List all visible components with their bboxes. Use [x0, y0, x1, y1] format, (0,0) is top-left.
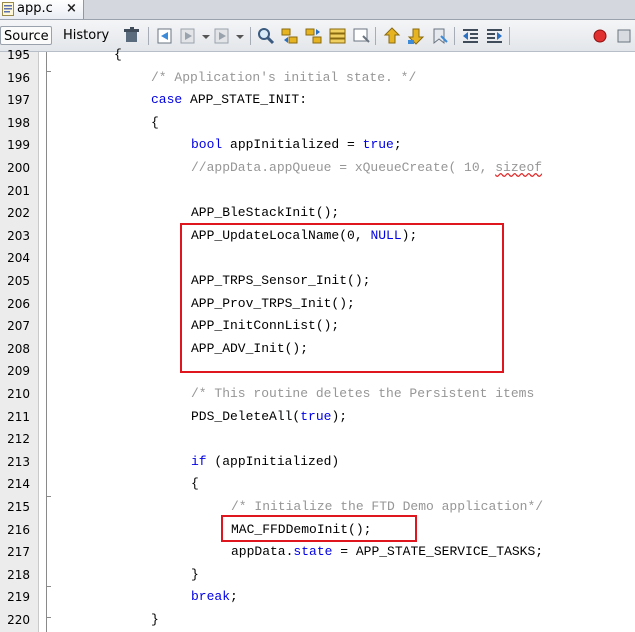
code-line[interactable]: {: [114, 44, 122, 66]
next-bookmark-icon[interactable]: [406, 26, 426, 46]
fold-marker[interactable]: [46, 71, 51, 72]
line-number: 218: [7, 567, 30, 582]
line-number: 216: [7, 522, 30, 537]
line-number: 208: [7, 341, 30, 356]
previous-bookmark-icon[interactable]: [382, 26, 402, 46]
editor-toolbar: Source History: [0, 20, 635, 52]
highlight-box-init-calls: [180, 223, 504, 373]
find-selection-icon[interactable]: [352, 26, 372, 46]
line-number: 213: [7, 454, 30, 469]
code-line[interactable]: if (appInitialized): [191, 451, 339, 473]
code-line[interactable]: PDS_DeleteAll(true);: [191, 406, 347, 428]
find-next-icon[interactable]: [304, 26, 324, 46]
source-view-button[interactable]: Source: [0, 26, 52, 45]
code-line[interactable]: /* Application's initial state. */: [151, 67, 416, 89]
line-number-gutter: 195 196 197 198 199 200 201 202 203 204 205 206 207 2…: [0, 48, 39, 632]
tab-close-button[interactable]: ×: [66, 1, 77, 17]
last-edit-icon[interactable]: [122, 26, 142, 46]
history-view-button[interactable]: History: [60, 26, 112, 45]
toolbar-separator: [250, 27, 251, 45]
line-number: 196: [7, 70, 30, 85]
back-icon[interactable]: [155, 26, 175, 46]
line-number: 205: [7, 274, 30, 288]
line-number: 203: [7, 228, 30, 243]
line-number: 197: [7, 93, 30, 108]
shift-right-icon[interactable]: [485, 26, 505, 46]
line-number: 201: [7, 183, 30, 198]
code-line[interactable]: case APP_STATE_INIT:: [151, 89, 307, 111]
tab-title: app.c: [17, 1, 53, 16]
c-file-icon: [2, 2, 14, 16]
line-number: 200: [7, 161, 30, 175]
shift-left-icon[interactable]: [461, 26, 481, 46]
line-number: 204: [7, 251, 30, 266]
tab-app-c[interactable]: app.c ×: [0, 0, 84, 19]
code-line[interactable]: appData.state = APP_STATE_SERVICE_TASKS;: [231, 541, 543, 563]
line-number: 210: [7, 387, 30, 401]
toolbar-separator: [454, 27, 455, 45]
fold-guide: [46, 52, 47, 632]
line-number: 202: [7, 206, 30, 221]
line-number: 206: [7, 296, 30, 311]
find-icon[interactable]: [256, 26, 276, 46]
line-number: 220: [7, 613, 30, 627]
toolbar-separator: [509, 27, 510, 45]
fold-marker[interactable]: [46, 617, 51, 618]
code-line[interactable]: {: [191, 473, 199, 495]
toggle-highlight-icon[interactable]: [328, 26, 348, 46]
line-number: 215: [7, 500, 30, 514]
code-line[interactable]: {: [151, 112, 159, 134]
forward-dropdown-icon[interactable]: [178, 26, 198, 46]
code-line[interactable]: }: [151, 609, 159, 631]
chevron-down-icon[interactable]: [230, 26, 250, 46]
fold-marker[interactable]: [46, 586, 51, 587]
code-line[interactable]: break;: [191, 586, 238, 608]
fold-marker[interactable]: [46, 496, 51, 497]
toolbar-separator: [375, 27, 376, 45]
toolbar-separator: [148, 27, 149, 45]
line-number: 199: [7, 138, 30, 153]
code-line[interactable]: bool appInitialized = true;: [191, 134, 402, 156]
start-macro-icon[interactable]: [590, 26, 610, 46]
highlight-box-demo-init: [221, 515, 417, 542]
editor-tab-strip: app.c ×: [0, 0, 635, 20]
code-line[interactable]: APP_BleStackInit();: [191, 202, 339, 224]
toggle-bookmark-icon[interactable]: [430, 26, 450, 46]
line-number: 195: [7, 48, 30, 62]
line-number: 219: [7, 590, 30, 605]
code-line[interactable]: }: [191, 564, 199, 586]
line-number: 212: [7, 432, 30, 447]
line-number: 198: [7, 115, 30, 130]
line-number: 211: [7, 409, 30, 424]
stop-macro-icon[interactable]: [614, 26, 634, 46]
line-number: 209: [7, 364, 30, 379]
line-number: 217: [7, 545, 30, 560]
fold-column: [39, 52, 53, 632]
find-previous-icon[interactable]: [280, 26, 300, 46]
code-line[interactable]: /* This routine deletes the Persistent i…: [191, 383, 534, 405]
line-number: 207: [7, 319, 30, 334]
code-line[interactable]: //appData.appQueue = xQueueCreate( 10, s…: [191, 157, 542, 179]
forward-icon[interactable]: [212, 26, 232, 46]
line-number: 214: [7, 477, 30, 492]
